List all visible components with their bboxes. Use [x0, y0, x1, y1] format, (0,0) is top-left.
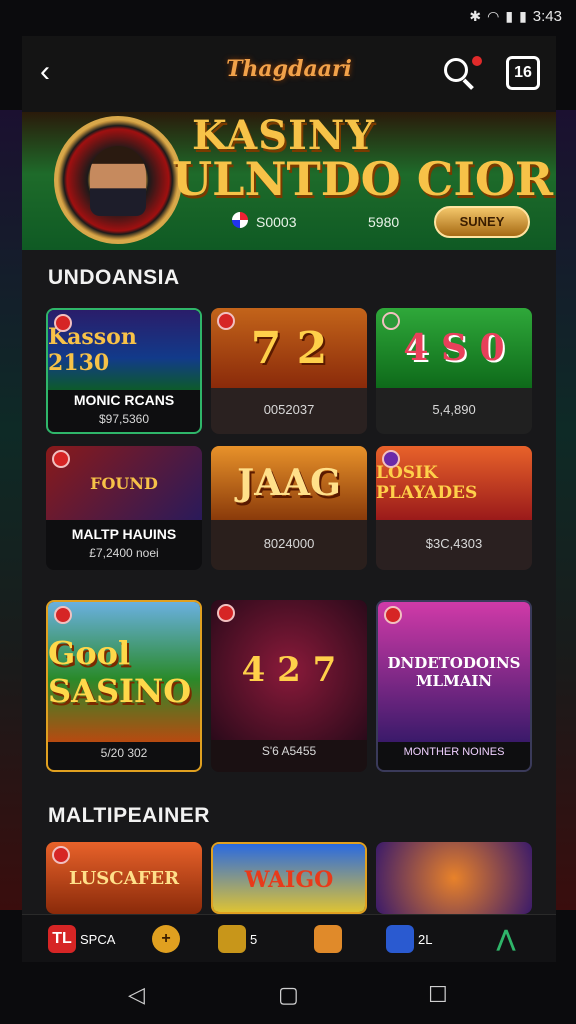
game-amount: MONTHER NOINES: [403, 746, 505, 758]
system-home-icon[interactable]: ▢: [278, 982, 299, 1008]
game-title: MONIC RCANS: [73, 392, 175, 408]
game-art: [376, 842, 532, 914]
game-badge-icon: [384, 606, 402, 624]
nav-item-profile[interactable]: ⋀: [492, 923, 520, 955]
game-title: MALTP HAUINS: [71, 526, 177, 542]
game-card[interactable]: WAIGO: [211, 842, 367, 914]
game-badge-icon: [52, 846, 70, 864]
top-bar: ‹ Thagdaari 16: [22, 36, 556, 112]
game-amount: £7,2400 noei: [89, 546, 159, 560]
game-card[interactable]: LUSCAFER: [46, 842, 202, 914]
chip-icon: [232, 212, 248, 228]
game-badge-icon: [52, 450, 70, 468]
game-art: 4 2 7: [211, 600, 367, 740]
game-card[interactable]: FOUND MALTP HAUINS £7,2400 noei: [46, 446, 202, 570]
banner-value-1: S0003: [256, 214, 297, 230]
game-amount: 0052037: [263, 402, 315, 417]
nav-item-games[interactable]: 5: [218, 923, 257, 955]
game-art: JAAG: [211, 446, 367, 520]
game-badge-icon: [382, 450, 400, 468]
battery-icon: ▮: [519, 8, 527, 24]
game-badge-icon: [54, 606, 72, 624]
banner-button[interactable]: SUNEY: [434, 206, 530, 238]
system-recents-icon[interactable]: ☐: [428, 982, 448, 1008]
game-badge-icon: [382, 312, 400, 330]
game-art: Gool SASINO: [48, 602, 200, 742]
section-title-1: UNDOANSIA: [48, 266, 180, 289]
host-avatar: [90, 146, 146, 216]
nav-label: 2L: [418, 931, 433, 947]
wifi-icon: ◠: [487, 8, 500, 24]
nav-item-hand[interactable]: [314, 923, 342, 955]
nav-item-home[interactable]: TL SPCA: [48, 923, 115, 955]
system-nav-bar: ◁ ▢ ☐: [0, 962, 576, 1024]
banner-value-2: 5980: [368, 214, 400, 230]
game-badge-icon: [217, 312, 235, 330]
game-card[interactable]: [376, 842, 532, 914]
banner-title-line2: ULNTDO CIORS: [172, 152, 556, 206]
game-card[interactable]: LOSIK PLAYADES $3C,4303: [376, 446, 532, 570]
game-amount: $97,5360: [98, 412, 150, 426]
status-icons: ✱ ◠ ▮ ▮ 3:43: [469, 8, 562, 25]
notification-dot: [472, 56, 482, 66]
plus-icon: +: [152, 925, 180, 953]
bottom-nav: TL SPCA + 5 2L ⋀: [22, 914, 556, 962]
game-amount: 8024000: [263, 536, 315, 551]
game-art: DNDETODOINS MLMAIN: [378, 602, 530, 742]
nav-label: SPCA: [80, 931, 116, 947]
game-card[interactable]: DNDETODOINS MLMAIN MONTHER NOINES: [376, 600, 532, 772]
system-back-icon[interactable]: ◁: [128, 982, 145, 1008]
game-badge-icon: [217, 604, 235, 622]
game-amount: 5/20 302: [100, 746, 148, 760]
game-badge-icon: [54, 314, 72, 332]
bluetooth-icon: ✱: [469, 8, 482, 24]
nav-item-plus[interactable]: +: [152, 923, 180, 955]
app-screen: ‹ Thagdaari 16 KASINY ULNTDO CIORS S0003…: [22, 36, 556, 962]
game-card[interactable]: Gool SASINO 5/20 302: [46, 600, 202, 772]
game-card[interactable]: 4 S 0 5,4,890: [376, 308, 532, 434]
status-time: 3:43: [532, 8, 562, 25]
game-card[interactable]: 4 2 7 S'6 A5455: [211, 600, 367, 772]
roulette-wheel-icon: [54, 116, 182, 244]
background-left-edge: [0, 110, 24, 910]
game-amount: $3C,4303: [425, 536, 483, 551]
promo-banner[interactable]: KASINY ULNTDO CIORS S0003 5980 SUNEY: [22, 112, 556, 250]
casino-icon: TL: [48, 925, 76, 953]
game-card[interactable]: JAAG 8024000: [211, 446, 367, 570]
signal-icon: ▮: [505, 8, 514, 24]
status-bar: ✱ ◠ ▮ ▮ 3:43: [0, 0, 576, 36]
menu-button[interactable]: 16: [506, 56, 540, 90]
game-amount: 5,4,890: [432, 402, 476, 417]
game-card[interactable]: 7 2 0052037: [211, 308, 367, 434]
nav-label: 5: [250, 931, 258, 947]
search-button[interactable]: [442, 56, 482, 92]
sports-icon: [386, 925, 414, 953]
search-icon-handle: [462, 78, 474, 90]
nav-item-sports[interactable]: 2L: [386, 923, 432, 955]
game-art: WAIGO: [213, 844, 365, 912]
section-title-2: MALTIPEAINER: [48, 804, 210, 827]
game-card[interactable]: Kasson 2130 MONIC RCANS $97,5360: [46, 308, 202, 434]
hand-icon: [314, 925, 342, 953]
profile-icon: ⋀: [496, 926, 516, 951]
game-amount: S'6 A5455: [261, 744, 317, 758]
game-icon: [218, 925, 246, 953]
